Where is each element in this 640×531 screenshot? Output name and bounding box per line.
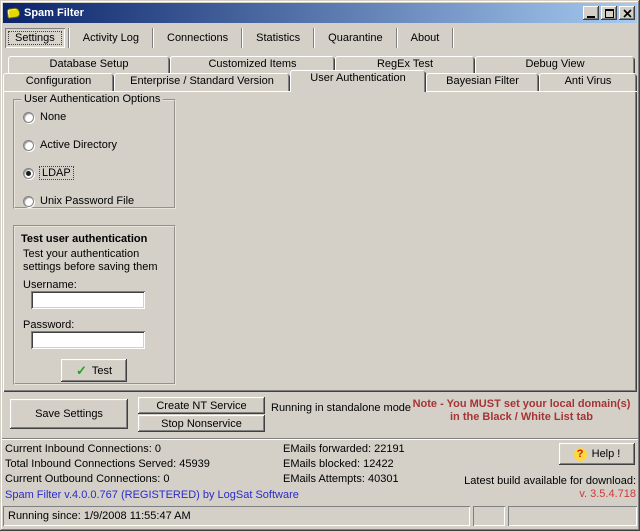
username-label: Username: [23,279,77,291]
tab-configuration[interactable]: Configuration [3,73,114,91]
minimize-icon [587,16,595,18]
tab-bayesian-filter[interactable]: Bayesian Filter [426,73,539,91]
test-auth-button-label: Test [92,365,112,377]
stop-nonservice-button[interactable]: Stop Nonservice [138,415,265,432]
latest-build-version: v. 3.5.4.718 [436,488,636,500]
user-authentication-page: User Authentication Options None Active … [3,91,637,392]
tab-settings[interactable]: Settings [5,28,65,48]
stop-nonservice-label: Stop Nonservice [161,418,242,430]
create-nt-service-button[interactable]: Create NT Service [138,397,265,414]
black-white-list-note: Note - You MUST set your local domain(s)… [408,398,635,424]
radio-unix-password-file[interactable]: Unix Password File [23,195,134,207]
radio-none[interactable]: None [23,111,66,123]
close-icon [623,9,632,18]
separator [452,28,454,48]
help-button-label: Help ! [592,448,621,460]
spam-filter-window: Spam Filter Settings Activity Log Connec… [0,0,640,531]
latest-build-label: Latest build available for download: [336,475,636,487]
radio-active-directory-circle[interactable] [23,140,34,151]
tab-quarantine[interactable]: Quarantine [318,28,392,48]
auth-options-title: User Authentication Options [21,93,163,105]
titlebar: Spam Filter [3,3,637,23]
stat-current-outbound: Current Outbound Connections: 0 [5,473,170,485]
tab-about[interactable]: About [401,28,450,48]
test-auth-description: Test your authentication settings before… [23,248,165,274]
stat-total-inbound: Total Inbound Connections Served: 45939 [5,458,210,470]
tab-user-authentication[interactable]: User Authentication [290,70,426,92]
password-label: Password: [23,319,74,331]
standalone-mode-text: Running in standalone mode [271,402,411,414]
radio-ldap-label: LDAP [40,167,73,179]
main-tab-bar: Settings Activity Log Connections Statis… [5,26,457,50]
separator [152,28,154,48]
maximize-button[interactable] [601,6,617,20]
test-auth-title: Test user authentication [21,233,147,245]
create-nt-service-label: Create NT Service [156,400,246,412]
radio-active-directory-label: Active Directory [40,139,117,151]
tab-activity-log[interactable]: Activity Log [73,28,149,48]
separator [396,28,398,48]
username-input[interactable] [31,291,145,309]
tab-debug-view[interactable]: Debug View [475,56,635,73]
tab-enterprise-standard-version[interactable]: Enterprise / Standard Version [114,73,290,91]
save-settings-label: Save Settings [35,408,103,420]
help-button[interactable]: ? Help ! [559,443,635,465]
divider [2,438,638,440]
statusbar-running-since: Running since: 1/9/2008 11:55:47 AM [3,506,470,526]
window-title: Spam Filter [24,7,581,19]
radio-none-circle[interactable] [23,112,34,123]
radio-ldap[interactable]: LDAP [23,167,73,179]
separator [68,28,70,48]
tab-anti-virus[interactable]: Anti Virus [539,73,637,91]
help-icon: ? [574,448,587,461]
test-auth-button[interactable]: ✓ Test [61,359,127,382]
radio-unix-password-file-circle[interactable] [23,196,34,207]
tab-statistics[interactable]: Statistics [246,28,310,48]
app-icon [6,7,20,19]
stat-emails-blocked: EMails blocked: 12422 [283,458,394,470]
separator [241,28,243,48]
close-button[interactable] [619,6,635,20]
radio-ldap-circle[interactable] [23,168,34,179]
radio-none-label: None [40,111,66,123]
auth-options-groupbox: User Authentication Options None Active … [13,99,176,209]
check-icon: ✓ [76,365,87,376]
statusbar-panel-3 [508,506,637,526]
tab-database-setup[interactable]: Database Setup [8,56,170,73]
stat-emails-forwarded: EMails forwarded: 22191 [283,443,405,455]
stat-current-inbound: Current Inbound Connections: 0 [5,443,161,455]
password-input[interactable] [31,331,145,349]
tab-connections[interactable]: Connections [157,28,238,48]
radio-active-directory[interactable]: Active Directory [23,139,117,151]
save-settings-button[interactable]: Save Settings [10,399,128,429]
maximize-icon [605,9,614,18]
statusbar-panel-2 [473,506,505,526]
minimize-button[interactable] [583,6,599,20]
test-auth-groupbox: Test user authentication Test your authe… [13,225,176,385]
registered-text: Spam Filter v.4.0.0.767 (REGISTERED) by … [5,489,299,501]
radio-unix-password-file-label: Unix Password File [40,195,134,207]
separator [313,28,315,48]
